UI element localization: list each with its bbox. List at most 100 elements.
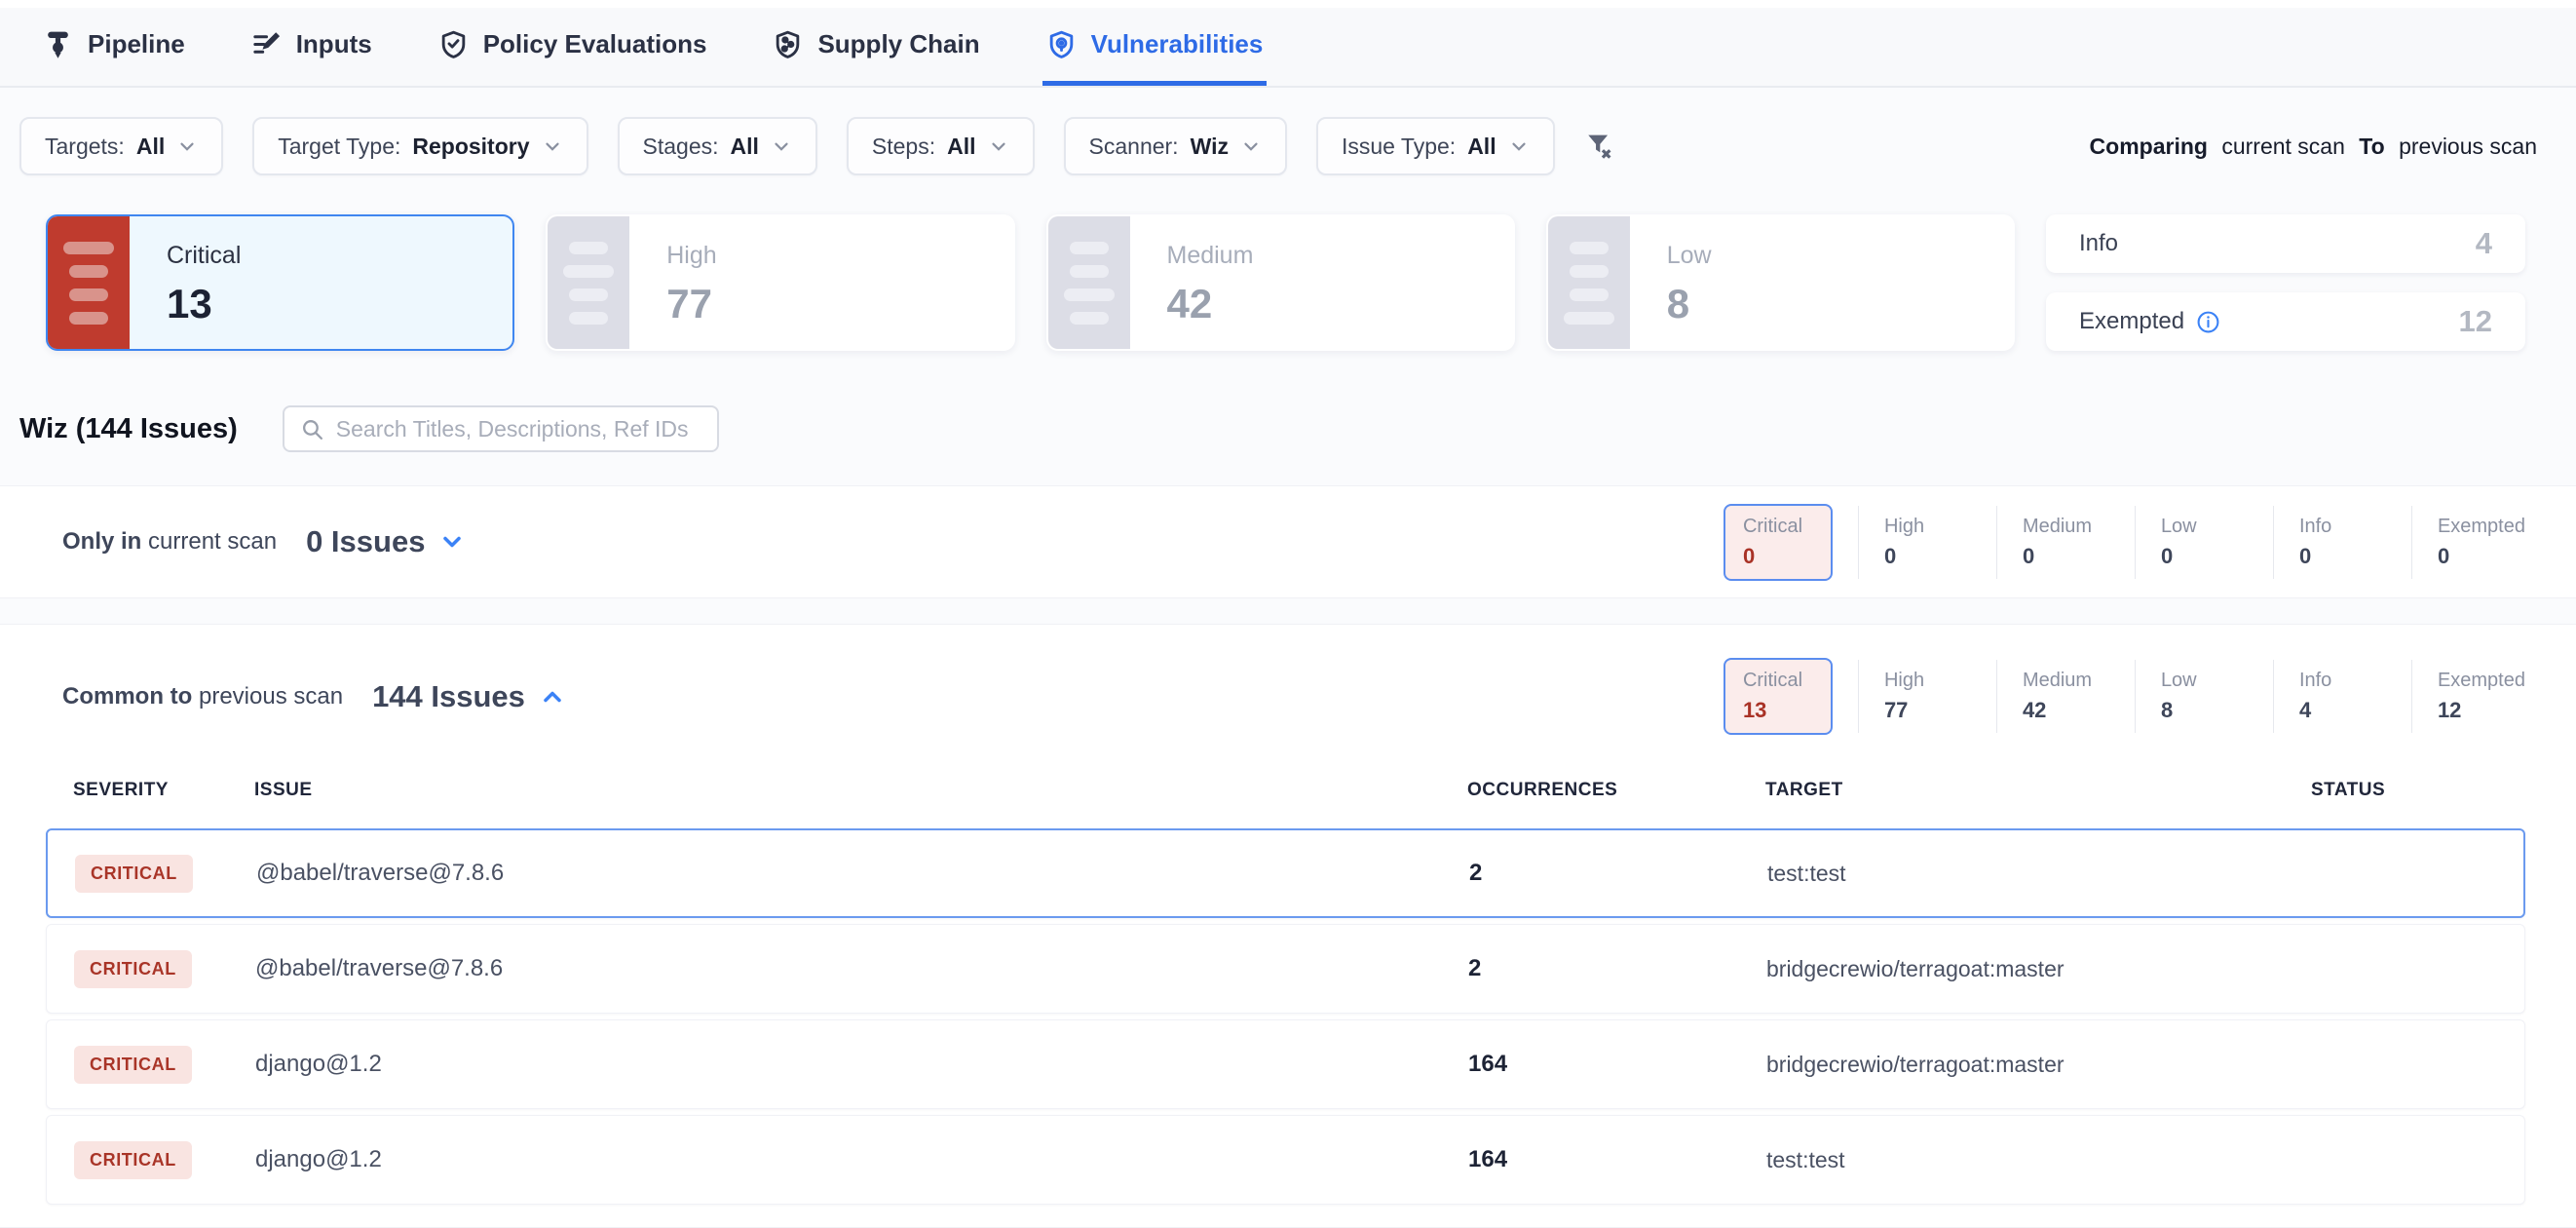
- funnel-x-icon: [1584, 130, 1617, 163]
- pill-label: Medium: [2023, 516, 2109, 538]
- issues-count-toggle[interactable]: 144 Issues: [372, 679, 566, 714]
- pill-value: 13: [1743, 698, 1813, 723]
- filter-target-type[interactable]: Target Type: Repository: [252, 117, 587, 175]
- filter-targets[interactable]: Targets: All: [19, 117, 223, 175]
- window-top-strip: [0, 0, 2576, 8]
- filter-label: Issue Type:: [1342, 134, 1456, 160]
- comparing-label: Comparing: [2090, 134, 2208, 159]
- inputs-edit-icon: [251, 29, 282, 59]
- filter-label: Target Type:: [278, 134, 400, 160]
- pill-value: 4: [2299, 698, 2386, 723]
- target-cell: bridgecrewio/terragoat:master: [1766, 1052, 2312, 1078]
- severity-bars-icon: [1548, 216, 1630, 349]
- pill-exempted[interactable]: Exempted 0: [2411, 506, 2525, 579]
- issues-count: 144 Issues: [372, 679, 525, 714]
- col-issue: ISSUE: [254, 780, 1467, 801]
- pill-low[interactable]: Low 8: [2135, 660, 2248, 733]
- pill-label: Exempted: [2438, 516, 2525, 538]
- tab-vulnerabilities[interactable]: Vulnerabilities: [1042, 8, 1268, 86]
- table-row[interactable]: CRITICAL @babel/traverse@7.8.6 2 test:te…: [46, 828, 2525, 918]
- pill-high[interactable]: High 0: [1858, 506, 1971, 579]
- filter-label: Targets:: [45, 134, 125, 160]
- tab-policy-evaluations[interactable]: Policy Evaluations: [435, 8, 711, 86]
- pill-low[interactable]: Low 0: [2135, 506, 2248, 579]
- card-body: Critical 13: [130, 216, 241, 349]
- tab-label: Policy Evaluations: [483, 29, 707, 59]
- target-cell: test:test: [1766, 1147, 2312, 1173]
- pill-label: Critical: [1743, 670, 1813, 692]
- chevron-down-icon: [771, 135, 792, 157]
- card-body: Medium 42: [1130, 216, 1254, 349]
- col-status: STATUS: [2311, 780, 2525, 801]
- filter-value: All: [1467, 134, 1496, 160]
- severity-count: 42: [1167, 281, 1254, 327]
- pill-info[interactable]: Info 0: [2273, 506, 2386, 579]
- severity-bars-icon: [548, 216, 629, 349]
- target-cell: bridgecrewio/terragoat:master: [1766, 956, 2312, 982]
- pill-info[interactable]: Info 4: [2273, 660, 2386, 733]
- shield-scan-icon: [1046, 29, 1077, 59]
- pill-label: High: [1884, 670, 1971, 692]
- severity-card-critical[interactable]: Critical 13: [46, 214, 514, 351]
- chevron-down-icon: [1240, 135, 1262, 157]
- severity-badge: CRITICAL: [74, 1046, 192, 1084]
- issues-table: SEVERITY ISSUE OCCURRENCES TARGET STATUS…: [46, 780, 2525, 1205]
- search-input[interactable]: [336, 416, 701, 442]
- severity-pill-group: Critical 0 High 0 Medium 0 Low 0 Info 0 …: [1724, 504, 2525, 581]
- filter-row: Targets: All Target Type: Repository Sta…: [19, 117, 2537, 175]
- pill-high[interactable]: High 77: [1858, 660, 1971, 733]
- filter-issue-type[interactable]: Issue Type: All: [1316, 117, 1555, 175]
- filter-value: All: [136, 134, 165, 160]
- severity-card-medium[interactable]: Medium 42: [1046, 214, 1515, 351]
- filter-scanner[interactable]: Scanner: Wiz: [1064, 117, 1287, 175]
- pill-medium[interactable]: Medium 42: [1996, 660, 2109, 733]
- severity-count: 77: [666, 281, 716, 327]
- target-cell: test:test: [1767, 861, 2313, 887]
- card-body: High 77: [629, 216, 716, 349]
- filter-steps[interactable]: Steps: All: [847, 117, 1035, 175]
- tab-supply-chain[interactable]: Supply Chain: [769, 8, 983, 86]
- comparing-previous: previous scan: [2399, 134, 2537, 159]
- pill-label: Low: [2161, 516, 2248, 538]
- occurrences-cell: 164: [1468, 1051, 1766, 1078]
- severity-card-info[interactable]: Info 4: [2046, 214, 2525, 273]
- comparing-current: current scan: [2221, 134, 2345, 159]
- pill-value: 0: [2023, 544, 2109, 569]
- severity-card-low[interactable]: Low 8: [1546, 214, 2015, 351]
- pill-exempted[interactable]: Exempted 12: [2411, 660, 2525, 733]
- severity-card-high[interactable]: High 77: [546, 214, 1014, 351]
- severity-card-exempted[interactable]: Exempted 12: [2046, 292, 2525, 351]
- severity-bars-icon: [48, 216, 130, 349]
- comparing-to: To: [2359, 134, 2384, 159]
- filter-value: Wiz: [1191, 134, 1229, 160]
- tab-inputs[interactable]: Inputs: [247, 8, 376, 86]
- table-row[interactable]: CRITICAL django@1.2 164 test:test: [46, 1115, 2525, 1205]
- info-circle-icon[interactable]: [2196, 310, 2220, 334]
- chevron-down-icon: [438, 528, 466, 556]
- chevron-down-icon: [1508, 135, 1530, 157]
- pill-value: 0: [2299, 544, 2386, 569]
- pill-value: 8: [2161, 698, 2248, 723]
- filter-stages[interactable]: Stages: All: [618, 117, 817, 175]
- severity-label: Medium: [1167, 242, 1254, 270]
- severity-cards-row: Critical 13 High 77 Medium 42 Low 8 I: [46, 214, 2525, 351]
- clear-filters-button[interactable]: [1584, 130, 1617, 163]
- filter-label: Steps:: [872, 134, 935, 160]
- severity-label: Critical: [167, 242, 241, 270]
- shield-check-icon: [438, 29, 469, 59]
- tab-pipeline[interactable]: Pipeline: [39, 8, 189, 86]
- severity-label: High: [666, 242, 716, 270]
- col-severity: SEVERITY: [73, 780, 254, 801]
- table-row[interactable]: CRITICAL @babel/traverse@7.8.6 2 bridgec…: [46, 924, 2525, 1014]
- issues-count-toggle[interactable]: 0 Issues: [306, 524, 466, 559]
- pill-critical[interactable]: Critical 13: [1724, 658, 1833, 735]
- shield-nodes-icon: [773, 29, 803, 59]
- col-target: TARGET: [1765, 780, 2311, 801]
- tab-label: Vulnerabilities: [1091, 29, 1264, 59]
- table-header: SEVERITY ISSUE OCCURRENCES TARGET STATUS: [46, 780, 2525, 828]
- severity-badge: CRITICAL: [74, 950, 192, 988]
- table-row[interactable]: CRITICAL django@1.2 164 bridgecrewio/ter…: [46, 1019, 2525, 1109]
- pill-value: 0: [2438, 544, 2525, 569]
- pill-medium[interactable]: Medium 0: [1996, 506, 2109, 579]
- pill-critical[interactable]: Critical 0: [1724, 504, 1833, 581]
